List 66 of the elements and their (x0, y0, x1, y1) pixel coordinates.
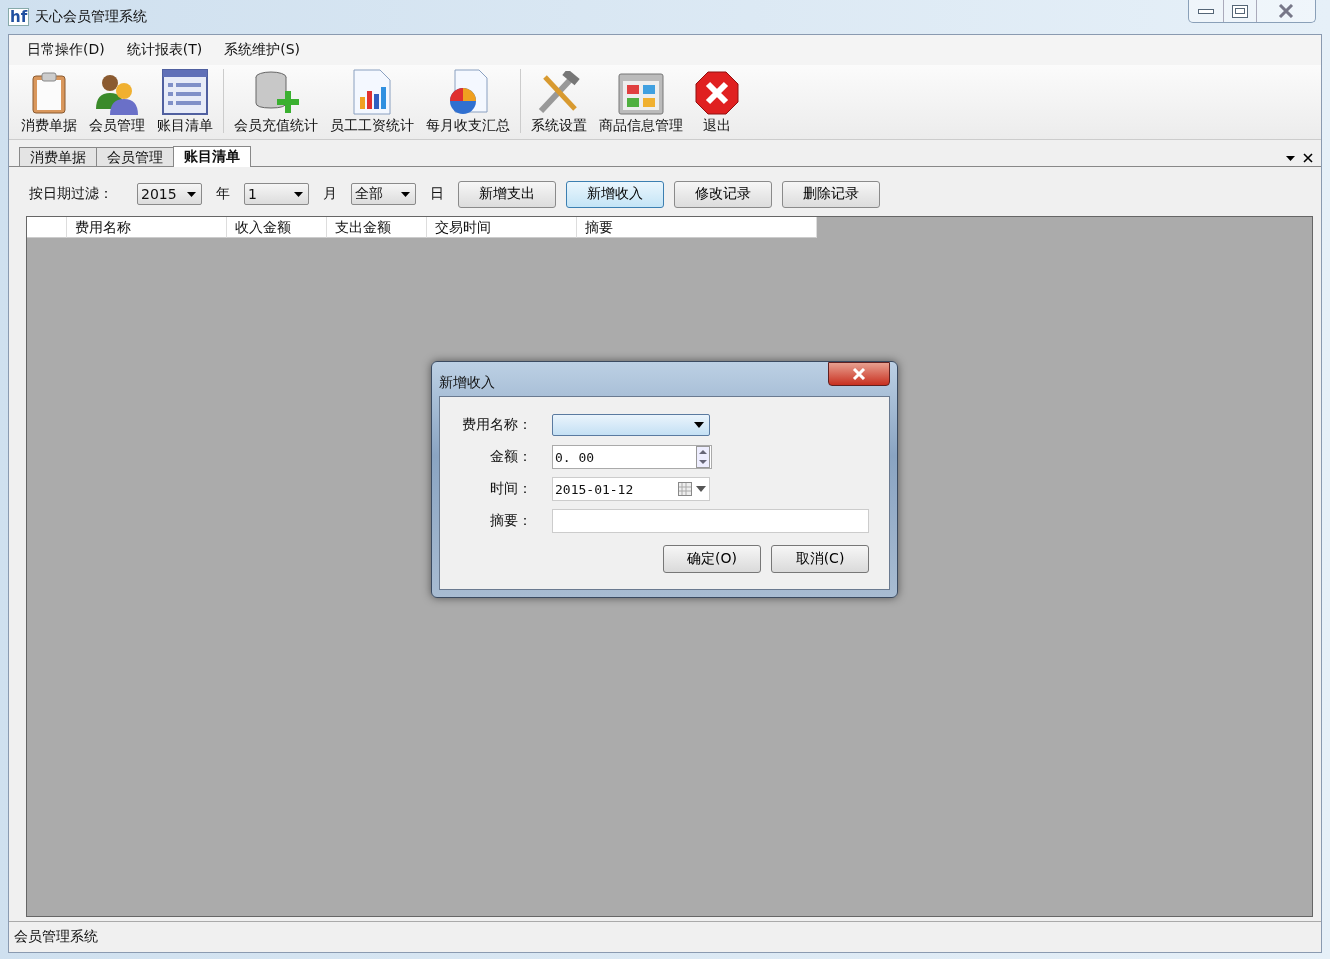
toolbar-button[interactable]: 退出 (689, 65, 745, 139)
caret-icon (187, 191, 196, 197)
toolbar-button[interactable]: 系统设置 (525, 65, 593, 139)
amount-spinner[interactable]: 0. 00 (552, 445, 712, 469)
menu-item[interactable]: 日常操作(D) (27, 41, 105, 59)
toolbar-button[interactable]: 商品信息管理 (593, 65, 689, 139)
status-text: 会员管理系统 (14, 928, 98, 946)
caret-icon (694, 422, 704, 428)
dialog-button[interactable]: 确定(O) (663, 545, 761, 573)
close-button[interactable] (828, 362, 890, 386)
year-dropdown[interactable]: 2015 (137, 183, 202, 205)
dropdown-caret-icon[interactable] (1286, 155, 1295, 161)
field-label: 时间： (489, 480, 533, 498)
toolbar-button[interactable]: 消费单据 (15, 65, 83, 139)
database-add-icon (253, 69, 299, 115)
app-grid-icon (618, 73, 664, 115)
toolbar-action-button[interactable]: 新增收入 (566, 180, 664, 208)
column-header[interactable]: 交易时间 (427, 217, 577, 238)
summary-field[interactable] (551, 509, 869, 533)
minimize-icon (1198, 8, 1214, 14)
column-header[interactable]: 支出金额 (327, 217, 427, 238)
month-dropdown[interactable]: 1 (244, 183, 309, 205)
column-header[interactable]: 费用名称 (67, 217, 227, 238)
bar-chart-document-icon (352, 69, 392, 115)
tab[interactable]: 会员管理 (96, 147, 174, 166)
close-icon[interactable] (1303, 153, 1313, 163)
month-label: 月 (323, 185, 337, 203)
close-icon (852, 368, 866, 380)
toolbar-action-button[interactable]: 修改记录 (674, 180, 772, 208)
field-label: 费用名称： (461, 416, 533, 434)
day-label: 日 (430, 185, 444, 203)
toolbar-button[interactable]: 会员管理 (83, 65, 151, 139)
field-label: 摘要： (488, 512, 533, 530)
caret-icon (401, 191, 410, 197)
exit-icon (695, 71, 739, 115)
caret-icon (294, 191, 303, 197)
toolbar-action-button[interactable]: 新增支出 (458, 180, 556, 208)
column-header[interactable]: 收入金额 (227, 217, 327, 238)
menu-item[interactable]: 系统维护(S) (224, 41, 300, 59)
clipboard-icon (29, 71, 69, 115)
toolbar-action-button[interactable]: 删除记录 (782, 180, 880, 208)
list-icon (162, 69, 208, 115)
dialog-button[interactable]: 取消(C) (771, 545, 869, 573)
field-label: 金额： (489, 448, 533, 466)
dialog-title: 新增收入 (439, 373, 495, 392)
year-label: 年 (216, 185, 230, 203)
row-header-corner (27, 217, 67, 238)
toolbar-button[interactable]: 账目清单 (151, 65, 219, 139)
expense-name-dropdown[interactable] (552, 414, 710, 436)
tab[interactable]: 消费单据 (19, 147, 97, 166)
tab[interactable]: 账目清单 (173, 146, 251, 167)
pie-chart-document-icon (447, 69, 489, 115)
menu-item[interactable]: 统计报表(T) (126, 41, 203, 59)
calendar-icon (678, 482, 708, 496)
filter-label: 按日期过滤： (29, 185, 113, 203)
column-header[interactable]: 摘要 (577, 217, 817, 238)
app-logo: hf (8, 8, 30, 26)
toolbar-button[interactable]: 会员充值统计 (228, 65, 324, 139)
window-title: 天心会员管理系统 (35, 8, 148, 26)
spinner-arrows-icon (696, 446, 710, 468)
maximize-icon (1232, 4, 1248, 18)
date-picker[interactable]: 2015-01-12 (552, 477, 710, 501)
close-icon (1278, 4, 1294, 18)
toolbar-button[interactable]: 每月收支汇总 (420, 65, 516, 139)
day-dropdown[interactable]: 全部 (351, 183, 416, 205)
toolbar-button[interactable]: 员工工资统计 (324, 65, 420, 139)
